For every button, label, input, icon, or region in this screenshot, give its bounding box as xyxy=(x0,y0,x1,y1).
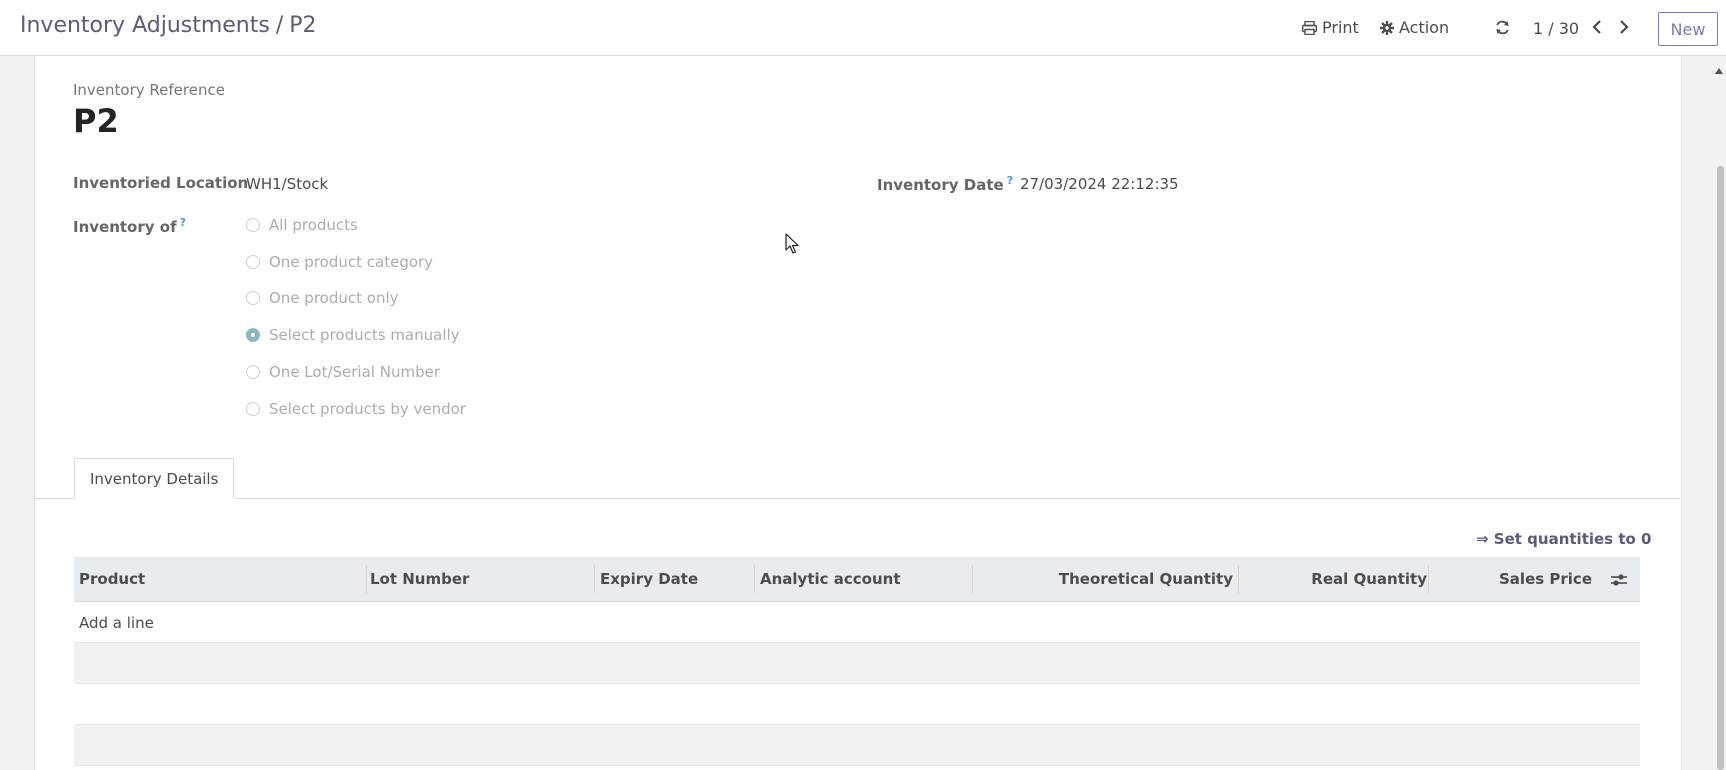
radio-label: One Lot/Serial Number xyxy=(269,363,440,381)
radio-one-product-only[interactable]: One product only xyxy=(246,289,399,307)
breadcrumb-current: P2 xyxy=(289,13,317,38)
inventory-date-label: Inventory Date? xyxy=(877,174,1013,194)
table-row-empty xyxy=(74,643,1640,684)
set-quantities-to-zero-button[interactable]: ⇒ Set quantities to 0 xyxy=(1476,530,1651,548)
print-icon xyxy=(1302,20,1317,35)
chevron-right-icon xyxy=(1619,19,1629,38)
inventory-of-help-icon[interactable]: ? xyxy=(180,216,186,229)
pager-value[interactable]: 1 / 30 xyxy=(1533,19,1579,38)
add-a-line-button[interactable]: Add a line xyxy=(79,614,154,632)
radio-all-products[interactable]: All products xyxy=(246,216,358,234)
radio-one-lot-serial-number[interactable]: One Lot/Serial Number xyxy=(246,363,440,381)
radio-button[interactable] xyxy=(246,402,260,416)
column-header-theoretical-quantity[interactable]: Theoretical Quantity xyxy=(1059,570,1233,588)
column-separator[interactable] xyxy=(1428,565,1429,593)
radio-label: One product only xyxy=(269,289,399,307)
action-label: Action xyxy=(1399,18,1450,37)
column-separator[interactable] xyxy=(366,565,367,593)
inventory-date-label-text: Inventory Date xyxy=(877,176,1004,194)
inventory-of-label-text: Inventory of xyxy=(73,218,177,236)
gear-icon xyxy=(1380,20,1394,35)
tab-bar-border xyxy=(34,498,1680,499)
inventory-lines-table: Product Lot Number Expiry Date Analytic … xyxy=(74,557,1640,766)
radio-label: All products xyxy=(269,216,358,234)
radio-select-products-by-vendor[interactable]: Select products by vendor xyxy=(246,400,466,418)
column-header-real-quantity[interactable]: Real Quantity xyxy=(1311,570,1427,588)
radio-button[interactable] xyxy=(246,291,260,305)
table-row-add-line: Add a line xyxy=(74,602,1640,643)
radio-select-products-manually[interactable]: Select products manually xyxy=(246,326,460,344)
scroll-up-icon[interactable] xyxy=(1714,60,1724,79)
action-button[interactable]: Action xyxy=(1380,18,1449,37)
print-label: Print xyxy=(1322,18,1359,37)
column-header-lot-number[interactable]: Lot Number xyxy=(370,570,469,588)
radio-button[interactable] xyxy=(246,218,260,232)
column-separator[interactable] xyxy=(754,565,755,593)
control-panel: Inventory Adjustments / P2 Print Action 1 … xyxy=(0,0,1726,56)
inventory-date-help-icon[interactable]: ? xyxy=(1007,174,1013,187)
column-separator[interactable] xyxy=(594,565,595,593)
radio-button-checked[interactable] xyxy=(246,328,260,342)
new-button[interactable]: New xyxy=(1658,12,1718,46)
inventoried-location-value[interactable]: WH1/Stock xyxy=(246,175,328,193)
pager-next-button[interactable] xyxy=(1614,17,1634,39)
column-header-analytic-account[interactable]: Analytic account xyxy=(760,570,901,588)
mouse-cursor-icon xyxy=(785,233,799,259)
refresh-button[interactable] xyxy=(1495,20,1510,35)
column-header-product[interactable]: Product xyxy=(79,570,145,588)
column-header-expiry-date[interactable]: Expiry Date xyxy=(600,570,698,588)
pager-previous-button[interactable] xyxy=(1587,17,1607,39)
inventory-date-value[interactable]: 27/03/2024 22:12:35 xyxy=(1020,175,1179,193)
radio-label: Select products by vendor xyxy=(269,400,466,418)
refresh-icon xyxy=(1495,20,1510,35)
tab-inventory-details[interactable]: Inventory Details xyxy=(74,458,235,499)
radio-label: Select products manually xyxy=(269,326,460,344)
table-row-empty xyxy=(74,684,1640,725)
radio-button[interactable] xyxy=(246,255,260,269)
inventory-reference-title[interactable]: P2 xyxy=(73,102,119,140)
column-header-sales-price[interactable]: Sales Price xyxy=(1499,570,1592,588)
column-separator[interactable] xyxy=(972,565,973,593)
inventory-of-label: Inventory of? xyxy=(73,216,186,236)
radio-button[interactable] xyxy=(246,365,260,379)
inventory-reference-label: Inventory Reference xyxy=(73,81,225,99)
breadcrumb-inventory-adjustments[interactable]: Inventory Adjustments xyxy=(20,13,270,38)
chevron-left-icon xyxy=(1592,19,1602,38)
inventoried-location-label-text: Inventoried Location xyxy=(73,174,249,192)
breadcrumb: Inventory Adjustments / P2 xyxy=(20,13,317,38)
print-button[interactable]: Print xyxy=(1302,18,1359,37)
radio-label: One product category xyxy=(269,253,434,271)
breadcrumb-separator: / xyxy=(275,13,284,38)
table-row-empty xyxy=(74,725,1640,766)
inventoried-location-label: Inventoried Location xyxy=(73,174,248,192)
column-separator[interactable] xyxy=(1238,565,1239,593)
sliders-icon[interactable] xyxy=(1610,572,1628,592)
scrollbar-thumb[interactable] xyxy=(1717,166,1724,770)
radio-one-product-category[interactable]: One product category xyxy=(246,253,433,271)
table-header: Product Lot Number Expiry Date Analytic … xyxy=(74,557,1640,602)
